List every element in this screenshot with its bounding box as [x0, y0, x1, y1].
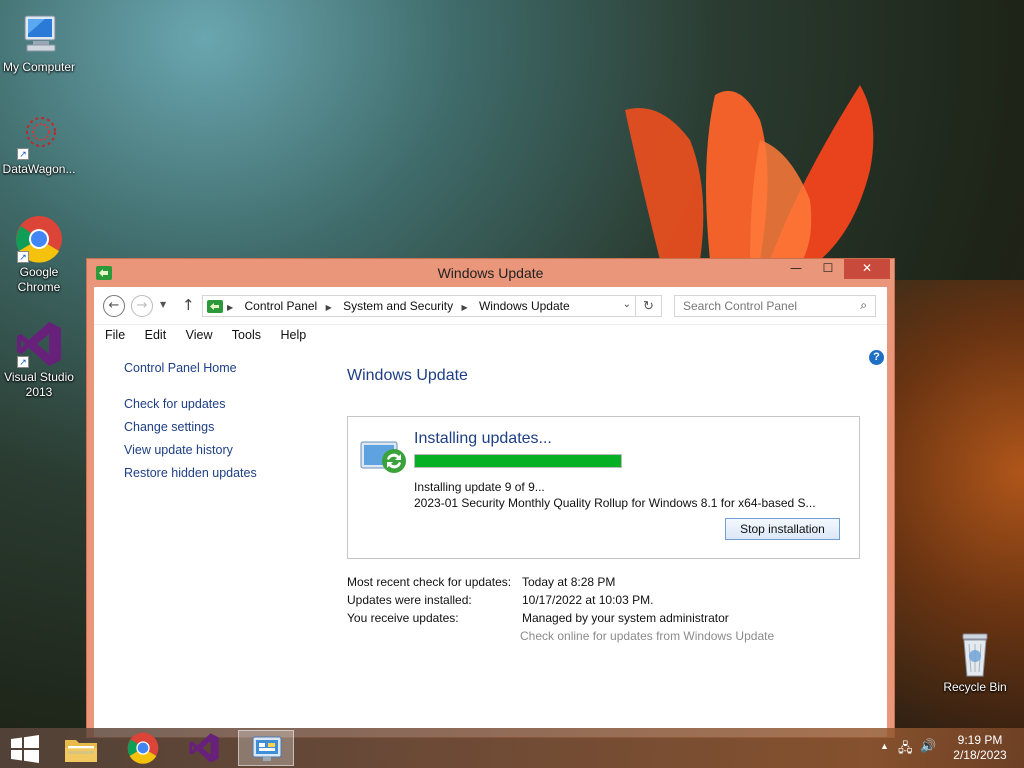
taskbar-file-explorer[interactable] — [53, 730, 109, 766]
desktop-icon-visual-studio[interactable]: ↗ Visual Studio 2013 — [0, 320, 78, 400]
close-button[interactable]: ✕ — [844, 259, 890, 279]
refresh-icon[interactable]: ↻ — [635, 296, 661, 316]
clock-time: 9:19 PM — [957, 733, 1003, 747]
recent-pages-chevron-icon[interactable]: ▼ — [160, 300, 166, 309]
status-title: Installing updates... — [414, 430, 552, 447]
stop-installation-button[interactable]: Stop installation — [725, 518, 840, 540]
info-value: Managed by your system administrator — [522, 611, 729, 625]
search-placeholder: Search Control Panel — [683, 299, 798, 313]
control-panel-icon — [252, 736, 282, 761]
volume-icon[interactable]: 🔊 — [920, 738, 936, 754]
update-status-panel: Installing updates... Installing update … — [347, 416, 860, 559]
wallpaper-flower — [625, 85, 874, 265]
chrome-icon — [127, 732, 159, 764]
info-row: Most recent check for updates: Today at … — [347, 575, 797, 593]
breadcrumb-windows-update[interactable]: Windows Update — [479, 299, 570, 313]
breadcrumb-system-and-security[interactable]: System and Security — [343, 299, 453, 313]
info-row: Updates were installed: 10/17/2022 at 10… — [347, 593, 797, 611]
check-online-link[interactable]: Check online for updates from Windows Up… — [520, 629, 774, 643]
check-for-updates-link[interactable]: Check for updates — [124, 397, 257, 420]
shortcut-arrow-icon: ↗ — [17, 356, 29, 368]
install-progress-bar — [414, 454, 622, 468]
clock[interactable]: 9:19 PM 2/18/2023 — [952, 733, 1008, 763]
desktop-icon-label: Recycle Bin — [943, 680, 1007, 694]
info-value: Today at 8:28 PM — [522, 575, 616, 589]
desktop-icon-label: Visual Studio 2013 — [4, 370, 74, 399]
desktop-icon-recycle-bin[interactable]: Recycle Bin — [936, 630, 1014, 695]
status-progress-text: Installing update 9 of 9... — [414, 480, 545, 494]
window-title: Windows Update — [437, 265, 544, 281]
search-icon[interactable]: ⌕ — [860, 298, 867, 313]
window-client: ← → ▼ ↑ ▶ Control Panel ▶ System and Sec… — [94, 287, 887, 737]
shortcut-arrow-icon: ↗ — [17, 251, 29, 263]
control-panel-home-link[interactable]: Control Panel Home — [124, 361, 257, 384]
info-key: Updates were installed: — [347, 593, 472, 607]
breadcrumb: ▶ Control Panel ▶ System and Security ▶ … — [227, 299, 575, 313]
chrome-icon: ↗ — [15, 215, 63, 263]
computer-icon — [15, 10, 63, 58]
start-button[interactable] — [0, 730, 50, 766]
menu-tools[interactable]: Tools — [232, 328, 261, 342]
visual-studio-icon: ↗ — [15, 320, 63, 368]
show-hidden-icons-chevron-icon[interactable]: ▲ — [880, 741, 889, 751]
taskbar-chrome[interactable] — [115, 730, 171, 766]
menu-help[interactable]: Help — [280, 328, 306, 342]
clock-date: 2/18/2023 — [953, 748, 1007, 762]
windows-update-window: Windows Update — ☐ ✕ ← → ▼ ↑ ▶ Control P… — [86, 258, 895, 738]
restore-hidden-updates-link[interactable]: Restore hidden updates — [124, 466, 257, 489]
status-update-name: 2023-01 Security Monthly Quality Rollup … — [414, 496, 816, 510]
windows-update-icon — [360, 441, 406, 473]
shortcut-arrow-icon: ↗ — [17, 148, 29, 160]
page-title: Windows Update — [347, 367, 468, 384]
menu-bar: File Edit View Tools Help — [94, 325, 887, 347]
view-update-history-link[interactable]: View update history — [124, 443, 257, 466]
folder-icon — [65, 740, 97, 762]
minimize-button[interactable]: — — [780, 259, 812, 279]
network-icon[interactable]: 🖧 — [898, 739, 913, 761]
up-arrow-icon[interactable]: ↑ — [182, 296, 195, 314]
control-panel-icon — [207, 300, 223, 313]
title-bar[interactable]: Windows Update — ☐ ✕ — [87, 259, 894, 287]
breadcrumb-control-panel[interactable]: Control Panel — [245, 299, 318, 313]
address-bar[interactable]: ▶ Control Panel ▶ System and Security ▶ … — [202, 295, 662, 317]
info-key: You receive updates: — [347, 611, 459, 625]
main-content: Windows Update — [347, 367, 468, 385]
desktop-icon-datawagon[interactable]: ↗ DataWagon... — [0, 112, 78, 177]
taskbar-visual-studio[interactable] — [176, 730, 232, 766]
menu-view[interactable]: View — [186, 328, 213, 342]
maximize-button[interactable]: ☐ — [812, 259, 844, 279]
desktop-icon-label: Google Chrome — [17, 265, 61, 294]
desktop-icon-label: My Computer — [2, 60, 76, 74]
info-row: You receive updates: Managed by your sys… — [347, 611, 797, 629]
system-tray: ▲ 🖧 🔊 9:19 PM 2/18/2023 — [864, 728, 1024, 768]
search-input[interactable]: Search Control Panel ⌕ — [674, 295, 876, 317]
change-settings-link[interactable]: Change settings — [124, 420, 257, 443]
progress-fill — [415, 455, 621, 467]
windows-logo-icon — [11, 735, 39, 763]
update-info: Most recent check for updates: Today at … — [347, 575, 797, 643]
navigation-bar: ← → ▼ ↑ ▶ Control Panel ▶ System and Sec… — [94, 287, 887, 325]
address-dropdown-chevron-icon[interactable]: ⌄ — [623, 299, 631, 310]
taskbar: ▲ 🖧 🔊 9:19 PM 2/18/2023 — [0, 728, 1024, 768]
desktop-icon-my-computer[interactable]: My Computer — [0, 10, 78, 75]
menu-edit[interactable]: Edit — [145, 328, 167, 342]
desktop-icon-chrome[interactable]: ↗ Google Chrome — [0, 215, 78, 295]
desktop-icon-label: DataWagon... — [2, 162, 76, 176]
info-key: Most recent check for updates: — [347, 575, 512, 589]
back-icon[interactable]: ← — [103, 295, 125, 317]
menu-file[interactable]: File — [105, 328, 125, 342]
breadcrumb-separator-icon[interactable]: ▶ — [326, 303, 332, 312]
left-navigation: Control Panel Home Check for updates Cha… — [124, 361, 257, 489]
help-icon[interactable]: ? — [869, 350, 884, 365]
forward-icon[interactable]: → — [131, 295, 153, 317]
breadcrumb-separator-icon[interactable]: ▶ — [461, 303, 467, 312]
recycle-bin-icon — [951, 630, 999, 678]
taskbar-control-panel[interactable] — [238, 730, 294, 766]
info-value: 10/17/2022 at 10:03 PM. — [522, 593, 654, 607]
breadcrumb-separator-icon[interactable]: ▶ — [227, 303, 233, 312]
visual-studio-icon — [189, 733, 219, 763]
datawagon-icon: ↗ — [15, 112, 63, 160]
